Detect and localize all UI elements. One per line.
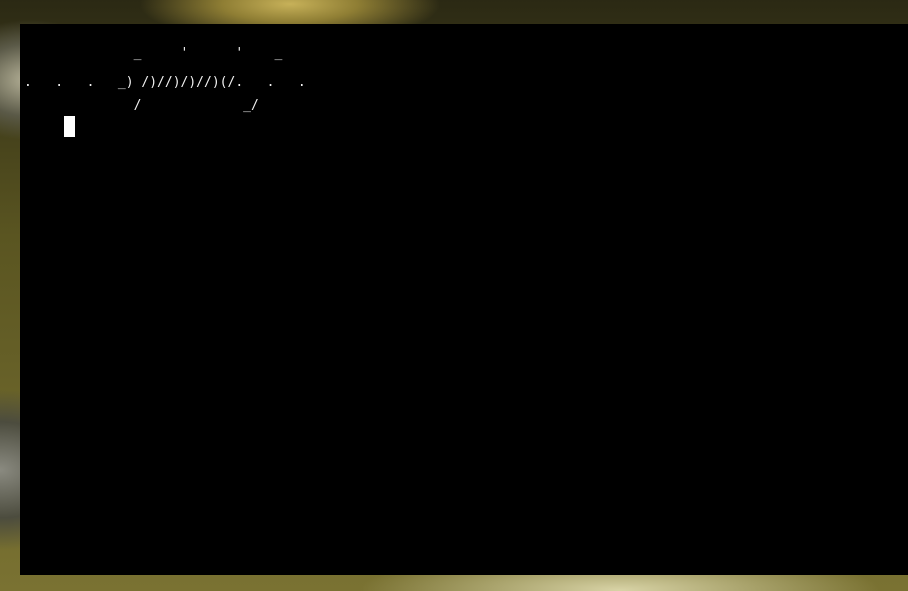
terminal-output: _ ' ' _ . . . _) /)//)/)//)(/. . . / _/ — [20, 24, 306, 119]
terminal-line-1: _ ' ' _ — [24, 46, 283, 61]
text-cursor — [64, 116, 75, 137]
terminal-line-2: . . . _) /)//)/)//)(/. . . — [24, 75, 306, 90]
terminal-line-3: / _/ — [24, 98, 259, 113]
terminal-window[interactable]: _ ' ' _ . . . _) /)//)/)//)(/. . . / _/ — [20, 24, 908, 575]
